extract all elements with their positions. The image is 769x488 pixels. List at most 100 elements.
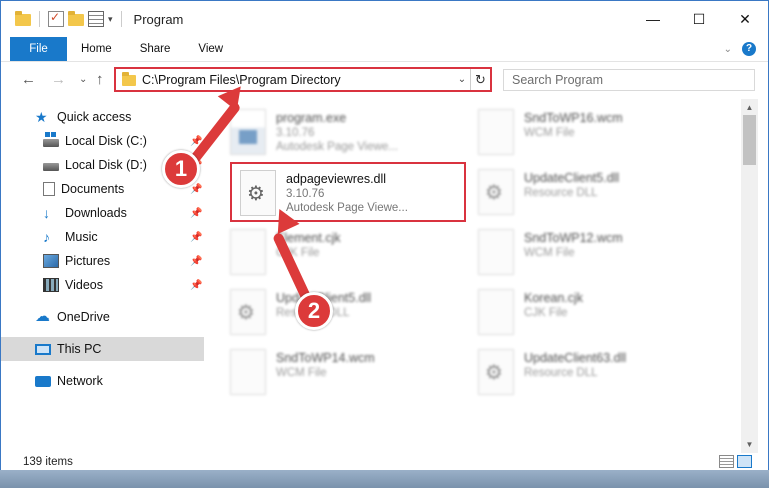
file-item[interactable]: UpdateClient63.dll Resource DLL (458, 343, 693, 401)
sidebar-item-local-disk-c[interactable]: Local Disk (C:) 📌 (1, 129, 204, 153)
disk-icon (43, 163, 59, 171)
pin-icon: 📌 (190, 183, 203, 195)
vertical-scrollbar[interactable]: ▲ ▼ (741, 99, 758, 453)
documents-icon (43, 182, 55, 196)
sidebar-item-this-pc[interactable]: This PC (1, 337, 204, 361)
file-type: CJK File (524, 307, 568, 319)
file-item-highlighted[interactable]: adpageviewres.dll 3.10.76 Autodesk Page … (230, 162, 466, 222)
tab-file[interactable]: File (10, 37, 67, 61)
sidebar-item-videos[interactable]: Videos 📌 (1, 273, 204, 297)
file-item[interactable]: program.exe 3.10.76 Autodesk Page Viewe.… (210, 103, 445, 161)
file-item[interactable]: SndToWP14.wcm WCM File (210, 343, 445, 401)
file-item[interactable]: Element.cjk CJK File (210, 223, 445, 281)
ribbon-tabs: File Home Share View ⌄ ? (1, 37, 768, 62)
star-icon: ★ (35, 109, 48, 125)
file-name: SndToWP14.wcm (276, 351, 375, 365)
file-item[interactable]: Korean.cjk CJK File (458, 283, 693, 341)
title-bar: ▾ Program — ☐ ✕ (1, 1, 768, 37)
onedrive-icon: ☁ (35, 308, 50, 325)
search-input[interactable] (512, 73, 754, 87)
file-icon (478, 229, 514, 275)
scroll-down-arrow-icon[interactable]: ▼ (741, 436, 758, 453)
file-icon (230, 229, 266, 275)
properties-check-icon[interactable] (48, 10, 64, 27)
tab-view[interactable]: View (184, 37, 237, 61)
folder-icon (15, 11, 31, 27)
close-button[interactable]: ✕ (722, 1, 768, 37)
dll-file-icon (240, 170, 276, 216)
sidebar-item-label: Local Disk (D:) (65, 158, 147, 172)
window-title: Program (133, 11, 184, 27)
videos-icon (43, 278, 59, 292)
item-count: 139 items (23, 456, 73, 468)
sidebar-item-music[interactable]: ♪ Music 📌 (1, 225, 204, 249)
address-dropdown-icon[interactable]: ⌄ (454, 74, 470, 85)
forward-arrow-icon[interactable]: → (51, 71, 66, 88)
file-version: 3.10.76 (286, 188, 325, 200)
address-path[interactable]: C:\Program Files\Program Directory (140, 73, 454, 87)
file-description: Autodesk Page Viewe... (286, 202, 408, 214)
recent-locations-dropdown-icon[interactable]: ⌄ (79, 74, 87, 85)
file-icon (478, 289, 514, 335)
pin-icon: 📌 (190, 255, 203, 267)
customize-view-icon[interactable] (88, 11, 104, 27)
sidebar-item-onedrive[interactable]: ☁ OneDrive (1, 305, 204, 329)
scrollbar-thumb[interactable] (743, 115, 756, 165)
sidebar-item-network[interactable]: Network (1, 369, 204, 393)
file-item[interactable]: UpdateClient5.dll Resource DLL (458, 163, 693, 221)
folder-icon (122, 72, 136, 86)
tab-share[interactable]: Share (126, 37, 185, 61)
back-arrow-icon[interactable]: ← (21, 71, 36, 88)
customize-toolbar-dropdown-icon[interactable]: ▾ (108, 14, 113, 25)
sidebar-item-pictures[interactable]: Pictures 📌 (1, 249, 204, 273)
dll-file-icon (478, 349, 514, 395)
file-type: Resource DLL (524, 367, 598, 379)
file-item[interactable]: SndToWP16.wcm WCM File (458, 103, 693, 161)
downloads-icon: ↓ (43, 205, 50, 221)
toolbar-divider (39, 11, 40, 27)
dll-file-icon (230, 289, 266, 335)
maximize-button[interactable]: ☐ (676, 1, 722, 37)
sidebar-item-label: Music (65, 230, 98, 244)
sidebar-item-quick-access[interactable]: ★ Quick access (1, 105, 204, 129)
sidebar-item-downloads[interactable]: ↓ Downloads 📌 (1, 201, 204, 225)
status-bar: 139 items (1, 453, 768, 471)
file-name: adpageviewres.dll (286, 172, 387, 186)
ribbon-right-controls: ⌄ ? (724, 42, 756, 56)
large-icons-view-icon[interactable] (737, 455, 752, 468)
callout-badge-1: 1 (162, 150, 200, 188)
exe-file-icon (230, 109, 266, 155)
help-icon[interactable]: ? (742, 42, 756, 56)
pin-icon: 📌 (190, 231, 203, 243)
sidebar-item-label: Videos (65, 278, 103, 292)
expand-ribbon-chevron-icon[interactable]: ⌄ (724, 44, 732, 55)
pin-icon: 📌 (190, 207, 203, 219)
this-pc-icon (35, 343, 51, 355)
quick-access-toolbar: ▾ (1, 10, 126, 27)
music-icon: ♪ (43, 229, 50, 245)
scroll-up-arrow-icon[interactable]: ▲ (741, 99, 758, 116)
desktop-background-strip (0, 470, 769, 488)
file-version: 3.10.76 (276, 127, 315, 139)
file-icon (478, 109, 514, 155)
new-folder-icon[interactable] (68, 11, 84, 27)
explorer-window: ▾ Program — ☐ ✕ File Home Share View ⌄ ?… (0, 0, 769, 488)
minimize-button[interactable]: — (630, 1, 676, 37)
search-box[interactable] (503, 69, 755, 91)
tab-home[interactable]: Home (67, 37, 126, 61)
file-name: SndToWP16.wcm (524, 111, 623, 125)
window-controls: — ☐ ✕ (630, 1, 768, 37)
network-icon (35, 375, 51, 387)
sidebar-item-label: Documents (61, 182, 125, 196)
file-description: Autodesk Page Viewe... (276, 141, 398, 153)
file-icon (230, 349, 266, 395)
details-view-icon[interactable] (719, 455, 734, 468)
sidebar-item-label: Downloads (65, 206, 127, 220)
address-bar[interactable]: C:\Program Files\Program Directory ⌄ ↻ (114, 67, 492, 92)
disk-icon (43, 132, 59, 147)
file-item[interactable]: SndToWP12.wcm WCM File (458, 223, 693, 281)
file-type: WCM File (276, 367, 327, 379)
up-arrow-icon[interactable]: ↑ (96, 71, 104, 88)
refresh-icon[interactable]: ↻ (470, 69, 490, 90)
sidebar-item-label: Pictures (65, 254, 111, 268)
